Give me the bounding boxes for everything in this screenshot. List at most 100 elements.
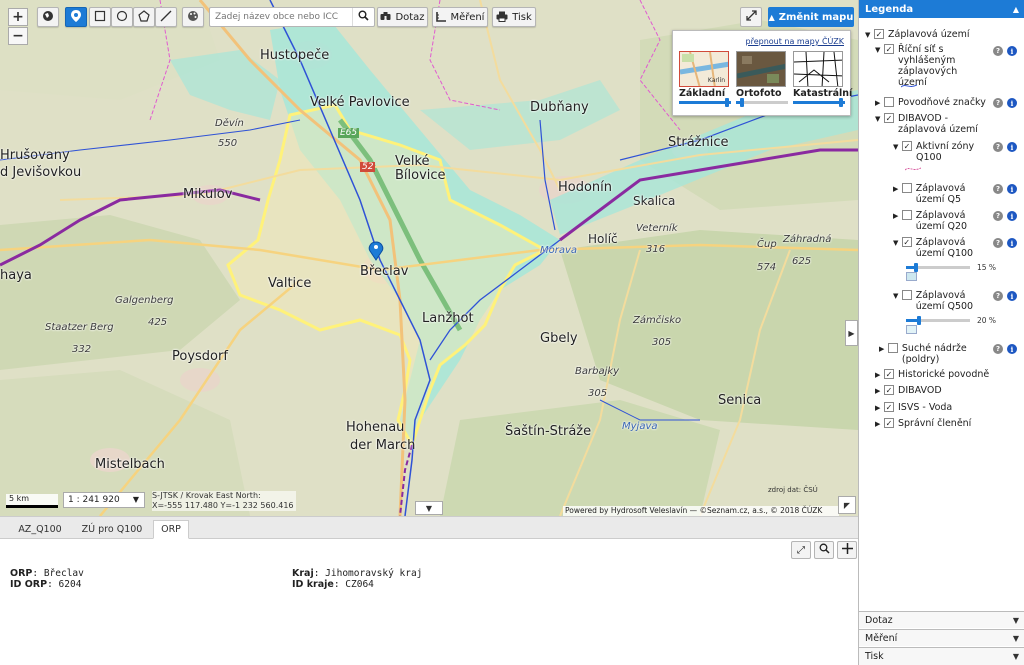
place-holic: Holíč bbox=[588, 232, 618, 246]
info-icon[interactable]: i bbox=[1007, 46, 1017, 56]
search-input[interactable] bbox=[210, 8, 350, 26]
fullscreen-table-button[interactable]: ⤢ bbox=[791, 541, 811, 559]
help-icon[interactable]: ? bbox=[993, 238, 1003, 248]
globe-icon bbox=[42, 10, 54, 24]
layer-zu-q500[interactable]: ▼ Záplavová území Q500 bbox=[893, 290, 993, 312]
tab-zu-q100[interactable]: ZÚ pro Q100 bbox=[76, 520, 148, 539]
info-icon[interactable]: i bbox=[1007, 98, 1017, 108]
checkbox-checked[interactable]: ✓ bbox=[901, 237, 912, 247]
help-icon[interactable]: ? bbox=[993, 98, 1003, 108]
draw-circle-button[interactable] bbox=[111, 7, 133, 27]
query-button[interactable]: Dotaz bbox=[377, 7, 428, 27]
search-button[interactable] bbox=[352, 8, 374, 26]
expand-right-button[interactable]: ▶ bbox=[845, 320, 858, 346]
place-zahradna: Záhradná bbox=[783, 234, 832, 245]
crs-label: S-JTSK / Krovak East North: bbox=[152, 491, 261, 500]
checkbox-checked[interactable]: ✓ bbox=[884, 113, 894, 123]
basemap-katastralni-opacity[interactable] bbox=[793, 98, 845, 107]
layer-zu-q20[interactable]: ▶ Záplavová území Q20 bbox=[893, 210, 993, 232]
info-icon[interactable]: i bbox=[1007, 142, 1017, 152]
fullscreen-button[interactable] bbox=[740, 7, 762, 27]
search-box[interactable] bbox=[209, 7, 375, 27]
layer-zu-q100[interactable]: ▼ ✓ Záplavová území Q100 bbox=[893, 237, 993, 259]
checkbox-checked[interactable]: ✓ bbox=[884, 402, 894, 412]
layer-historicke[interactable]: ▶ ✓ Historické povodně bbox=[875, 369, 989, 381]
change-map-button[interactable]: ▲ Změnit mapu bbox=[768, 7, 854, 27]
help-icon[interactable]: ? bbox=[993, 46, 1003, 56]
info-icon[interactable]: i bbox=[1007, 291, 1017, 301]
checkbox-checked[interactable]: ✓ bbox=[884, 44, 894, 54]
legend-header[interactable]: Legenda ▲ bbox=[859, 0, 1024, 18]
layer-zu-q5[interactable]: ▶ Záplavová území Q5 bbox=[893, 183, 993, 205]
layer-povodnove-znacky[interactable]: ▶ Povodňové značky bbox=[875, 97, 986, 109]
checkbox-checked[interactable]: ✓ bbox=[884, 369, 894, 379]
caret-down-icon: ▼ bbox=[1012, 633, 1019, 643]
basemap-ortofoto-opacity[interactable] bbox=[736, 98, 788, 107]
accordion-mereni[interactable]: Měření ▼ bbox=[859, 629, 1024, 646]
help-icon[interactable]: ? bbox=[993, 142, 1003, 152]
checkbox-unchecked[interactable] bbox=[901, 290, 912, 300]
layer-ricni-sit[interactable]: ▼ ✓ Říční síť s vyhlášeným záplavových úze… bbox=[875, 44, 995, 88]
draw-polygon-button[interactable] bbox=[133, 7, 155, 27]
help-icon[interactable]: ? bbox=[993, 344, 1003, 354]
draw-rectangle-button[interactable] bbox=[89, 7, 111, 27]
scale-select[interactable]: 1 : 241 920 ▼ bbox=[63, 492, 145, 508]
info-icon[interactable]: i bbox=[1007, 238, 1017, 248]
layer-dibavod-zaplavova[interactable]: ▼ ✓ DIBAVOD - záplavová území bbox=[875, 113, 995, 135]
zu-q500-opacity-slider[interactable] bbox=[906, 316, 970, 325]
layer-zaplavova[interactable]: ▼ ✓ Záplavová území bbox=[865, 29, 969, 41]
basemap-zakladni-opacity[interactable] bbox=[679, 98, 731, 107]
print-button[interactable]: Tisk bbox=[492, 7, 536, 27]
layer-dibavod[interactable]: ▶ ✓ DIBAVOD bbox=[875, 385, 942, 397]
layer-suche-nadrze[interactable]: ▶ Suché nádrže (poldry) bbox=[879, 343, 991, 365]
basemap-katastralni[interactable]: Katastrální bbox=[793, 51, 852, 107]
layer-isvs[interactable]: ▶ ✓ ISVS - Voda bbox=[875, 402, 952, 414]
zoom-in-button[interactable]: + bbox=[8, 8, 28, 26]
expand-icon: ⤢ bbox=[797, 544, 805, 556]
info-icon[interactable]: i bbox=[1007, 344, 1017, 354]
checkbox-checked[interactable]: ✓ bbox=[874, 29, 884, 39]
palette-button[interactable] bbox=[182, 7, 204, 27]
basemap-ortofoto[interactable]: Ortofoto bbox=[736, 51, 788, 107]
draw-line-button[interactable] bbox=[155, 7, 177, 27]
layer-aktivni-zony[interactable]: ▼ ✓ Aktivní zóny Q100 bbox=[893, 141, 983, 163]
tab-orp[interactable]: ORP bbox=[153, 520, 189, 539]
checkbox-unchecked[interactable] bbox=[901, 183, 912, 193]
draw-point-button[interactable] bbox=[65, 7, 87, 27]
zoom-out-button[interactable]: − bbox=[8, 27, 28, 45]
caret-up-icon: ▲ bbox=[768, 12, 775, 22]
expand-bottom-button[interactable]: ▼ bbox=[415, 501, 443, 515]
map-canvas[interactable]: Hustopeče Velké Pavlovice Dubňany Strážn… bbox=[0, 0, 858, 516]
active-zone-symbol bbox=[905, 167, 921, 171]
cuzk-switch-link[interactable]: přepnout na mapy ČÚZK bbox=[746, 37, 845, 46]
accordion-label: Dotaz bbox=[865, 614, 893, 626]
overview-map-button[interactable]: ◤ bbox=[838, 496, 856, 514]
tab-az-q100[interactable]: AZ_Q100 bbox=[8, 520, 72, 539]
checkbox-checked[interactable]: ✓ bbox=[902, 141, 912, 151]
layer-label: Říční síť s vyhlášeným záplavových území bbox=[898, 44, 958, 88]
checkbox-unchecked[interactable] bbox=[901, 210, 912, 220]
checkbox-checked[interactable]: ✓ bbox=[884, 385, 894, 395]
zoom-to-feature-button[interactable] bbox=[814, 541, 834, 559]
checkbox-unchecked[interactable] bbox=[884, 97, 894, 107]
scale-value: 1 : 241 920 bbox=[68, 495, 120, 505]
basemap-zakladni[interactable]: Karlín Základní bbox=[679, 51, 731, 107]
measure-button[interactable]: Měření bbox=[432, 7, 488, 27]
pan-to-feature-button[interactable] bbox=[837, 541, 857, 559]
checkbox-checked[interactable]: ✓ bbox=[884, 418, 894, 428]
info-icon[interactable]: i bbox=[1007, 184, 1017, 194]
print-label: Tisk bbox=[512, 11, 532, 23]
accordion-dotaz[interactable]: Dotaz ▼ bbox=[859, 611, 1024, 628]
globe-button[interactable] bbox=[37, 7, 59, 27]
zu-q100-opacity-slider[interactable] bbox=[906, 263, 970, 272]
accordion-tisk[interactable]: Tisk ▼ bbox=[859, 647, 1024, 665]
polygon-icon bbox=[138, 10, 150, 24]
kraj-label: Kraj bbox=[292, 568, 314, 579]
info-icon[interactable]: i bbox=[1007, 211, 1017, 221]
zu-q100-swatch bbox=[906, 272, 917, 281]
checkbox-unchecked[interactable] bbox=[887, 343, 898, 353]
help-icon[interactable]: ? bbox=[993, 291, 1003, 301]
layer-spravni[interactable]: ▶ ✓ Správní členění bbox=[875, 418, 971, 430]
help-icon[interactable]: ? bbox=[993, 211, 1003, 221]
help-icon[interactable]: ? bbox=[993, 184, 1003, 194]
